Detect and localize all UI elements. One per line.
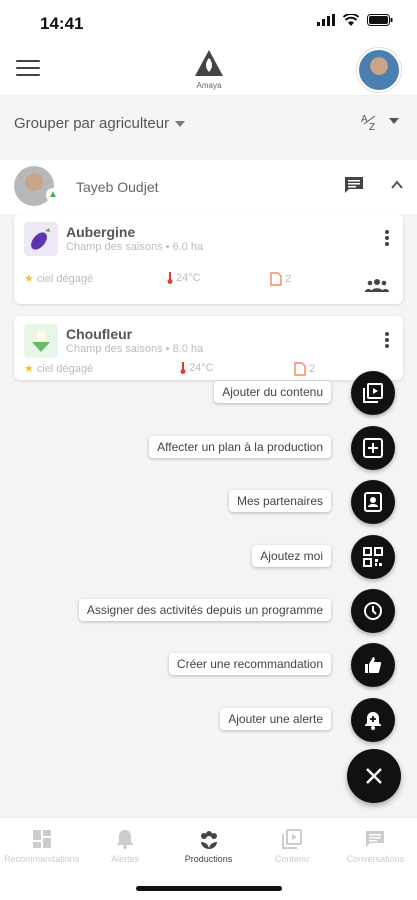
plant-icon bbox=[200, 831, 217, 849]
group-by-dropdown[interactable]: Grouper par agriculteur bbox=[14, 115, 186, 132]
caret-down-icon bbox=[389, 118, 399, 124]
more-options-button[interactable] bbox=[385, 332, 389, 348]
temperature-stat: 24°C bbox=[167, 272, 201, 284]
nav-recommendations[interactable]: Recommandations bbox=[0, 818, 83, 877]
close-icon bbox=[366, 768, 382, 784]
status-time: 14:41 bbox=[40, 14, 84, 33]
action-partners[interactable]: Mes partenaires bbox=[17, 480, 397, 524]
signal-icon bbox=[317, 14, 335, 26]
action-add-content[interactable]: Ajouter du contenu bbox=[17, 371, 397, 415]
document-icon bbox=[270, 272, 282, 286]
weather-text: ciel dégagé bbox=[36, 272, 94, 285]
profile-avatar[interactable] bbox=[357, 48, 401, 92]
app-logo: Amaya bbox=[188, 48, 230, 94]
sort-button[interactable]: AZ bbox=[361, 112, 399, 130]
production-subtitle: Champ des saisons • 8.0 ha bbox=[66, 343, 204, 355]
chevron-up-icon[interactable] bbox=[390, 178, 404, 192]
production-title: Aubergine bbox=[66, 224, 136, 240]
clock-icon[interactable] bbox=[351, 589, 395, 633]
production-card[interactable]: Aubergine Champ des saisons • 6.0 ha ★ c… bbox=[14, 214, 403, 304]
battery-icon bbox=[367, 14, 393, 26]
action-add-me[interactable]: Ajoutez moi bbox=[17, 535, 397, 579]
qr-code-icon[interactable] bbox=[351, 535, 395, 579]
app-header: Amaya bbox=[0, 44, 417, 96]
production-title: Choufleur bbox=[66, 326, 133, 342]
nav-alerts[interactable]: Alertes bbox=[83, 818, 166, 877]
sort-alpha-icon: AZ bbox=[361, 114, 376, 130]
video-library-icon[interactable] bbox=[351, 371, 395, 415]
documents-count: 2 bbox=[285, 273, 292, 285]
action-create-recommendation[interactable]: Créer une recommandation bbox=[17, 643, 397, 687]
action-label[interactable]: Ajouter une alerte bbox=[220, 708, 331, 730]
dashboard-icon bbox=[32, 830, 51, 848]
action-label[interactable]: Mes partenaires bbox=[228, 490, 331, 512]
contact-card-icon[interactable] bbox=[351, 480, 395, 524]
action-label[interactable]: Affecter un plan à la production bbox=[149, 436, 331, 458]
production-subtitle: Champ des saisons • 6.0 ha bbox=[66, 241, 204, 253]
video-library-icon bbox=[281, 829, 302, 849]
svg-text:Z: Z bbox=[369, 122, 375, 130]
hamburger-icon bbox=[16, 60, 40, 62]
action-assign-activities[interactable]: Assigner des activités depuis un program… bbox=[17, 589, 397, 633]
nav-productions[interactable]: Productions bbox=[167, 818, 250, 877]
wifi-icon bbox=[343, 14, 359, 26]
weather-stat: ★ ciel dégagé bbox=[24, 272, 94, 286]
action-add-alert[interactable]: Ajouter une alerte bbox=[17, 698, 397, 742]
status-bar: 14:41 bbox=[0, 0, 417, 44]
thumb-up-icon[interactable] bbox=[351, 643, 395, 687]
action-label[interactable]: Ajoutez moi bbox=[252, 545, 331, 567]
logo-icon bbox=[195, 50, 223, 76]
group-bar: Grouper par agriculteur AZ bbox=[0, 96, 417, 152]
close-fab-button[interactable] bbox=[347, 749, 401, 803]
cauliflower-icon bbox=[24, 324, 58, 358]
menu-button[interactable] bbox=[16, 60, 40, 80]
more-options-button[interactable] bbox=[385, 230, 389, 246]
add-box-icon[interactable] bbox=[351, 426, 395, 470]
message-icon[interactable] bbox=[344, 176, 364, 194]
nav-label: Alertes bbox=[111, 854, 140, 864]
action-assign-plan[interactable]: Affecter un plan à la production bbox=[17, 426, 397, 470]
nav-conversations[interactable]: Conversations bbox=[334, 818, 417, 877]
status-icons bbox=[317, 14, 393, 26]
action-label[interactable]: Assigner des activités depuis un program… bbox=[78, 599, 331, 621]
eggplant-icon bbox=[24, 222, 58, 256]
chat-icon bbox=[366, 831, 385, 847]
farmer-name: Tayeb Oudjet bbox=[76, 179, 159, 195]
group-by-label: Grouper par agriculteur bbox=[14, 115, 170, 132]
nav-label: Conversations bbox=[346, 854, 405, 864]
farmer-group-header[interactable]: ▲ Tayeb Oudjet bbox=[0, 160, 417, 214]
nav-label: Recommandations bbox=[4, 854, 80, 864]
nav-content[interactable]: Contenu bbox=[250, 818, 333, 877]
nav-label: Productions bbox=[184, 854, 233, 864]
thermometer-icon bbox=[167, 272, 173, 284]
caret-down-icon bbox=[175, 120, 186, 127]
documents-stat: 2 bbox=[270, 272, 291, 286]
bell-icon bbox=[117, 830, 134, 849]
team-icon[interactable] bbox=[365, 278, 389, 292]
action-label[interactable]: Ajouter du contenu bbox=[214, 381, 331, 403]
bell-plus-icon[interactable] bbox=[351, 698, 395, 742]
home-indicator[interactable] bbox=[136, 886, 282, 891]
star-icon: ★ bbox=[24, 273, 34, 285]
logo-text: Amaya bbox=[196, 81, 222, 90]
temperature-text: 24°C bbox=[176, 272, 201, 284]
nav-label: Contenu bbox=[274, 854, 309, 864]
farmer-badge-icon: ▲ bbox=[46, 188, 60, 202]
bottom-navigation: Recommandations Alertes Productions Cont… bbox=[0, 817, 417, 877]
action-label[interactable]: Créer une recommandation bbox=[168, 653, 331, 675]
